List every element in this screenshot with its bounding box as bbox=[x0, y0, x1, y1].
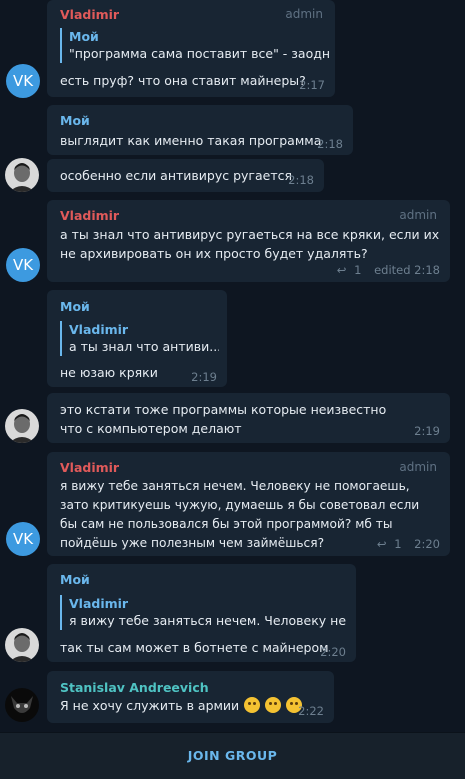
reply-text: "программа сама поставит все" - заодн... bbox=[69, 46, 329, 61]
message-time: 2:18 bbox=[288, 173, 314, 187]
message-time: 2:17 bbox=[299, 78, 325, 92]
message-time: 2:20 bbox=[320, 645, 346, 659]
message-text: Я не хочу служить в армии bbox=[60, 696, 303, 715]
reply-author: Мой bbox=[69, 29, 99, 44]
reply-icon: ↩ bbox=[336, 263, 347, 277]
replies-count: 1 bbox=[354, 263, 362, 277]
message-bubble[interactable]: Vladimir admin Мой "программа сама поста… bbox=[47, 0, 335, 97]
author-name[interactable]: Vladimir bbox=[60, 208, 119, 223]
reply-quote[interactable]: Vladimir а ты знал что антиви... bbox=[60, 321, 219, 356]
reply-text: а ты знал что антиви... bbox=[69, 339, 219, 354]
message-text: не юзаю кряки bbox=[60, 365, 158, 380]
reply-icon: ↩ bbox=[376, 537, 387, 551]
edited-label: edited 2:18 bbox=[374, 263, 440, 277]
message-time: 2:18 bbox=[317, 137, 343, 151]
message-bubble[interactable]: Vladimir admin а ты знал что антивирус р… bbox=[47, 200, 450, 282]
vk-avatar[interactable]: VK bbox=[6, 64, 40, 98]
vk-avatar[interactable]: VK bbox=[6, 522, 40, 556]
author-name[interactable]: Vladimir bbox=[60, 7, 119, 22]
message-bubble[interactable]: это кстати тоже программы которые неизве… bbox=[47, 393, 450, 443]
message-bubble[interactable]: Vladimir admin я вижу тебе заняться нече… bbox=[47, 452, 450, 556]
user-avatar[interactable] bbox=[5, 158, 39, 192]
reply-text: я вижу тебе заняться нечем. Человеку не … bbox=[69, 613, 349, 628]
user-avatar[interactable] bbox=[5, 688, 39, 722]
message-bubble[interactable]: особенно если антивирус ругается 2:18 bbox=[47, 159, 324, 192]
message-bubble[interactable]: Мой выглядит как именно такая программа … bbox=[47, 105, 353, 155]
reply-author: Vladimir bbox=[69, 596, 129, 611]
message-text: выглядит как именно такая программа bbox=[60, 133, 322, 148]
message-bubble[interactable]: Мой Vladimir я вижу тебе заняться нечем.… bbox=[47, 564, 356, 662]
message-time: 2:22 bbox=[298, 704, 324, 718]
join-group-button[interactable]: JOIN GROUP bbox=[0, 733, 465, 779]
replies-count: 1 bbox=[394, 537, 402, 551]
message-text: так ты сам может в ботнете с майнером bbox=[60, 640, 329, 655]
bottom-bar: JOIN GROUP bbox=[0, 732, 465, 779]
reply-author: Vladimir bbox=[69, 322, 129, 337]
user-avatar[interactable] bbox=[5, 409, 39, 443]
message-text: особенно если антивирус ругается bbox=[60, 168, 293, 183]
author-name[interactable]: Stanislav Andreevich bbox=[60, 680, 209, 695]
vk-avatar[interactable]: VK bbox=[6, 248, 40, 282]
message-text: это кстати тоже программы которые неизве… bbox=[60, 402, 387, 436]
author-name[interactable]: Мой bbox=[60, 572, 90, 587]
admin-badge: admin bbox=[285, 7, 323, 21]
reply-quote[interactable]: Vladimir я вижу тебе заняться нечем. Чел… bbox=[60, 595, 349, 630]
author-name[interactable]: Vladimir bbox=[60, 460, 119, 475]
message-meta: ↩ 1 2:20 bbox=[377, 537, 440, 551]
message-text-body: Я не хочу служить в армии bbox=[60, 698, 240, 713]
message-meta: ↩ 1 edited 2:18 bbox=[337, 263, 440, 277]
message-bubble[interactable]: Мой Vladimir а ты знал что антиви... не … bbox=[47, 290, 227, 387]
message-time: 2:20 bbox=[414, 537, 440, 551]
crying-emoji-icon bbox=[265, 697, 282, 713]
message-bubble[interactable]: Stanislav Andreevich Я не хочу служить в… bbox=[47, 671, 334, 723]
message-time: 2:19 bbox=[414, 424, 440, 438]
user-avatar[interactable] bbox=[5, 628, 39, 662]
message-text: есть пруф? что она ставит майнеры? bbox=[60, 73, 306, 88]
reply-quote[interactable]: Мой "программа сама поставит все" - заод… bbox=[60, 28, 329, 63]
author-name[interactable]: Мой bbox=[60, 299, 90, 314]
message-text: а ты знал что антивирус ругаеться на все… bbox=[60, 227, 440, 261]
crying-emoji-icon bbox=[244, 697, 261, 713]
admin-badge: admin bbox=[399, 208, 437, 222]
message-time: 2:19 bbox=[191, 370, 217, 384]
admin-badge: admin bbox=[399, 460, 437, 474]
author-name[interactable]: Мой bbox=[60, 113, 90, 128]
